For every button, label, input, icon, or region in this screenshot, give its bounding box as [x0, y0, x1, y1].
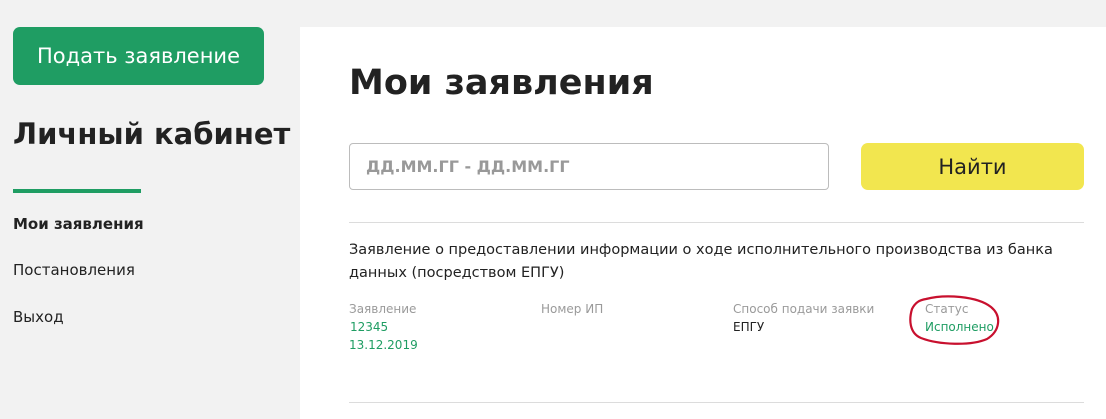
search-button[interactable]: Найти — [861, 143, 1084, 190]
submission-method-value: ЕПГУ — [733, 320, 765, 334]
sidebar-item-resolutions[interactable]: Постановления — [13, 261, 135, 279]
main-content: Мои заявления Найти — [300, 27, 1106, 419]
page-title: Мои заявления — [349, 63, 654, 103]
divider-top — [349, 222, 1084, 223]
sidebar-item-logout[interactable]: Выход — [13, 308, 64, 326]
ip-number-label: Номер ИП — [541, 302, 604, 316]
date-range-input[interactable] — [349, 143, 829, 190]
sidebar: Подать заявление Личный кабинет Мои заяв… — [0, 0, 300, 419]
status-value: Исполнено — [925, 320, 994, 334]
submission-method-label: Способ подачи заявки — [733, 302, 875, 316]
status-label: Статус — [925, 302, 969, 316]
application-label: Заявление — [349, 302, 417, 316]
sidebar-item-my-applications[interactable]: Мои заявления — [13, 215, 144, 233]
divider-bottom — [349, 402, 1084, 403]
application-number[interactable]: 12345 — [350, 320, 388, 334]
submit-application-button[interactable]: Подать заявление — [13, 27, 264, 85]
application-date: 13.12.2019 — [349, 338, 418, 352]
application-title[interactable]: Заявление о предоставлении информации о … — [349, 239, 1089, 285]
personal-cabinet-title: Личный кабинет — [13, 117, 291, 151]
title-underline — [13, 189, 141, 193]
